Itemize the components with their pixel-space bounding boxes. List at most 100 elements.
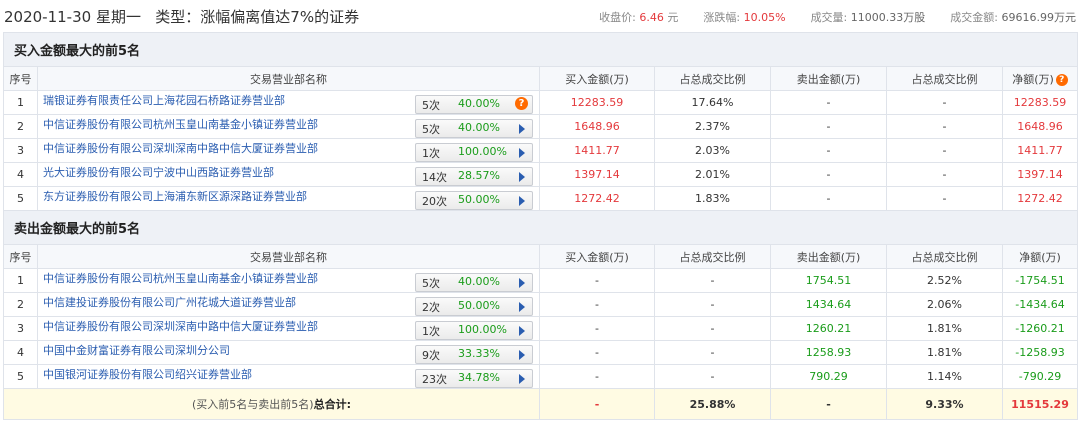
column-header: 卖出金额(万)	[770, 66, 887, 91]
total-label-prefix: (买入前5名与卖出前5名)	[192, 398, 314, 411]
broker-link[interactable]: 中信证券股份有限公司杭州玉皇山南基金小镇证券营业部	[43, 272, 318, 285]
history-chip[interactable]: 14次 28.57%	[415, 166, 533, 186]
column-header-label: 净额(万)	[1012, 72, 1054, 86]
appear-count: 14次	[422, 170, 447, 184]
broker-cell: 瑞银证券有限责任公司上海花园石桥路证券营业部 5次 40.00% ?	[37, 90, 540, 115]
sell-section-title-row: 卖出金额最大的前5名	[3, 210, 1078, 245]
broker-link[interactable]: 中信建投证券股份有限公司广州花城大道证券营业部	[43, 296, 296, 309]
table-row: 2 中信建投证券股份有限公司广州花城大道证券营业部 2次 50.00% - - …	[3, 292, 1078, 317]
win-rate: 40.00%	[458, 274, 500, 288]
price-stats: 收盘价: 6.46 元 涨跌幅: 10.05% 成交量: 11000.33万股 …	[599, 9, 1076, 25]
broker-link[interactable]: 中国银河证券股份有限公司绍兴证券营业部	[43, 368, 252, 381]
win-rate: 100.00%	[458, 322, 507, 336]
buy-amount: 12283.59	[539, 90, 655, 115]
sell-amount: 790.29	[770, 364, 887, 389]
column-header-row: 序号 交易营业部名称 买入金额(万) 占总成交比例 卖出金额(万) 占总成交比例 净额(万)	[3, 244, 1078, 269]
history-chip[interactable]: 9次 33.33%	[415, 344, 533, 364]
sell-amount: -	[770, 90, 887, 115]
history-chip[interactable]: 1次 100.00%	[415, 320, 533, 340]
win-rate: 50.00%	[458, 192, 500, 206]
total-buy: -	[539, 388, 655, 420]
sell-amount: -	[770, 114, 887, 139]
win-rate: 34.78%	[458, 370, 500, 384]
history-chip[interactable]: 2次 50.00%	[415, 296, 533, 316]
table-row: 2 中信证券股份有限公司杭州玉皇山南基金小镇证券营业部 5次 40.00% 16…	[3, 114, 1078, 139]
broker-link[interactable]: 中信证券股份有限公司深圳深南中路中信大厦证券营业部	[43, 142, 318, 155]
type-label: 类型：	[155, 8, 201, 26]
buy-ratio: 2.37%	[654, 114, 771, 139]
history-chip[interactable]: 20次 50.00%	[415, 190, 533, 210]
appear-count: 5次	[422, 122, 440, 136]
broker-cell: 东方证券股份有限公司上海浦东新区源深路证券营业部 20次 50.00%	[37, 186, 540, 211]
appear-count: 5次	[422, 276, 440, 290]
broker-link[interactable]: 光大证券股份有限公司宁波中山西路证券营业部	[43, 166, 274, 179]
buy-amount: 1397.14	[539, 162, 655, 187]
row-index: 4	[3, 340, 38, 365]
appear-count: 1次	[422, 324, 440, 338]
expand-arrow-icon[interactable]	[519, 195, 525, 206]
table-row: 1 中信证券股份有限公司杭州玉皇山南基金小镇证券营业部 5次 40.00% - …	[3, 268, 1078, 293]
expand-arrow-icon[interactable]	[519, 277, 525, 288]
broker-link[interactable]: 中信证券股份有限公司杭州玉皇山南基金小镇证券营业部	[43, 118, 318, 131]
buy-amount: 1411.77	[539, 138, 655, 163]
expand-arrow-icon[interactable]	[519, 123, 525, 134]
history-chip[interactable]: 23次 34.78%	[415, 368, 533, 388]
row-index: 5	[3, 364, 38, 389]
broker-link[interactable]: 中国中金财富证券有限公司深圳分公司	[43, 344, 230, 357]
broker-link[interactable]: 东方证券股份有限公司上海浦东新区源深路证券营业部	[43, 190, 307, 203]
history-chip[interactable]: 5次 40.00% ?	[415, 94, 533, 114]
sell-ratio: -	[886, 162, 1003, 187]
appear-count: 1次	[422, 146, 440, 160]
sell-amount: 1258.93	[770, 340, 887, 365]
close-value: 6.46	[639, 11, 664, 24]
total-label: (买入前5名与卖出前5名)总合计:	[3, 388, 540, 420]
buy-ratio: 2.01%	[654, 162, 771, 187]
expand-arrow-icon[interactable]	[519, 349, 525, 360]
sell-ratio: 2.06%	[886, 292, 1003, 317]
buy-amount: 1648.96	[539, 114, 655, 139]
history-chip[interactable]: 5次 40.00%	[415, 118, 533, 138]
section-title: 卖出金额最大的前5名	[3, 210, 1078, 245]
appear-count: 9次	[422, 348, 440, 362]
table-row: 4 光大证券股份有限公司宁波中山西路证券营业部 14次 28.57% 1397.…	[3, 162, 1078, 187]
buy-ratio: -	[654, 268, 771, 293]
buy-amount: 1272.42	[539, 186, 655, 211]
expand-arrow-icon[interactable]	[519, 301, 525, 312]
row-index: 4	[3, 162, 38, 187]
buy-amount: -	[539, 364, 655, 389]
row-index: 2	[3, 114, 38, 139]
sell-ratio: -	[886, 90, 1003, 115]
buy-amount: -	[539, 316, 655, 341]
expand-arrow-icon[interactable]	[519, 373, 525, 384]
type-value: 涨幅偏离值达7%的证券	[200, 8, 360, 26]
column-header: 买入金额(万)	[539, 244, 655, 269]
volume-label: 成交量:	[810, 11, 848, 24]
buy-ratio: -	[654, 364, 771, 389]
net-amount: 1397.14	[1002, 162, 1078, 187]
expand-arrow-icon[interactable]	[519, 147, 525, 158]
expand-arrow-icon[interactable]	[519, 171, 525, 182]
column-header: 净额(万)?	[1002, 66, 1078, 91]
history-chip[interactable]: 5次 40.00%	[415, 272, 533, 292]
win-rate: 40.00%	[458, 96, 500, 110]
row-index: 3	[3, 316, 38, 341]
sell-ratio: 1.81%	[886, 316, 1003, 341]
sell-amount: 1434.64	[770, 292, 887, 317]
help-icon[interactable]: ?	[1055, 73, 1068, 86]
broker-link[interactable]: 中信证券股份有限公司深圳深南中路中信大厦证券营业部	[43, 320, 318, 333]
broker-cell: 中国中金财富证券有限公司深圳分公司 9次 33.33%	[37, 340, 540, 365]
section-title: 买入金额最大的前5名	[3, 32, 1078, 67]
row-index: 1	[3, 90, 38, 115]
help-icon[interactable]: ?	[515, 96, 528, 110]
row-index: 3	[3, 138, 38, 163]
history-chip[interactable]: 1次 100.00%	[415, 142, 533, 162]
buy-section-title-row: 买入金额最大的前5名	[3, 32, 1078, 67]
appear-count: 2次	[422, 300, 440, 314]
column-header: 序号	[3, 244, 38, 269]
expand-arrow-icon[interactable]	[519, 325, 525, 336]
table-row: 5 中国银河证券股份有限公司绍兴证券营业部 23次 34.78% - - 790…	[3, 364, 1078, 389]
amount-value: 69616.99万元	[1001, 11, 1077, 24]
net-amount: -1258.93	[1002, 340, 1078, 365]
broker-link[interactable]: 瑞银证券有限责任公司上海花园石桥路证券营业部	[43, 94, 285, 107]
buy-ratio: -	[654, 340, 771, 365]
